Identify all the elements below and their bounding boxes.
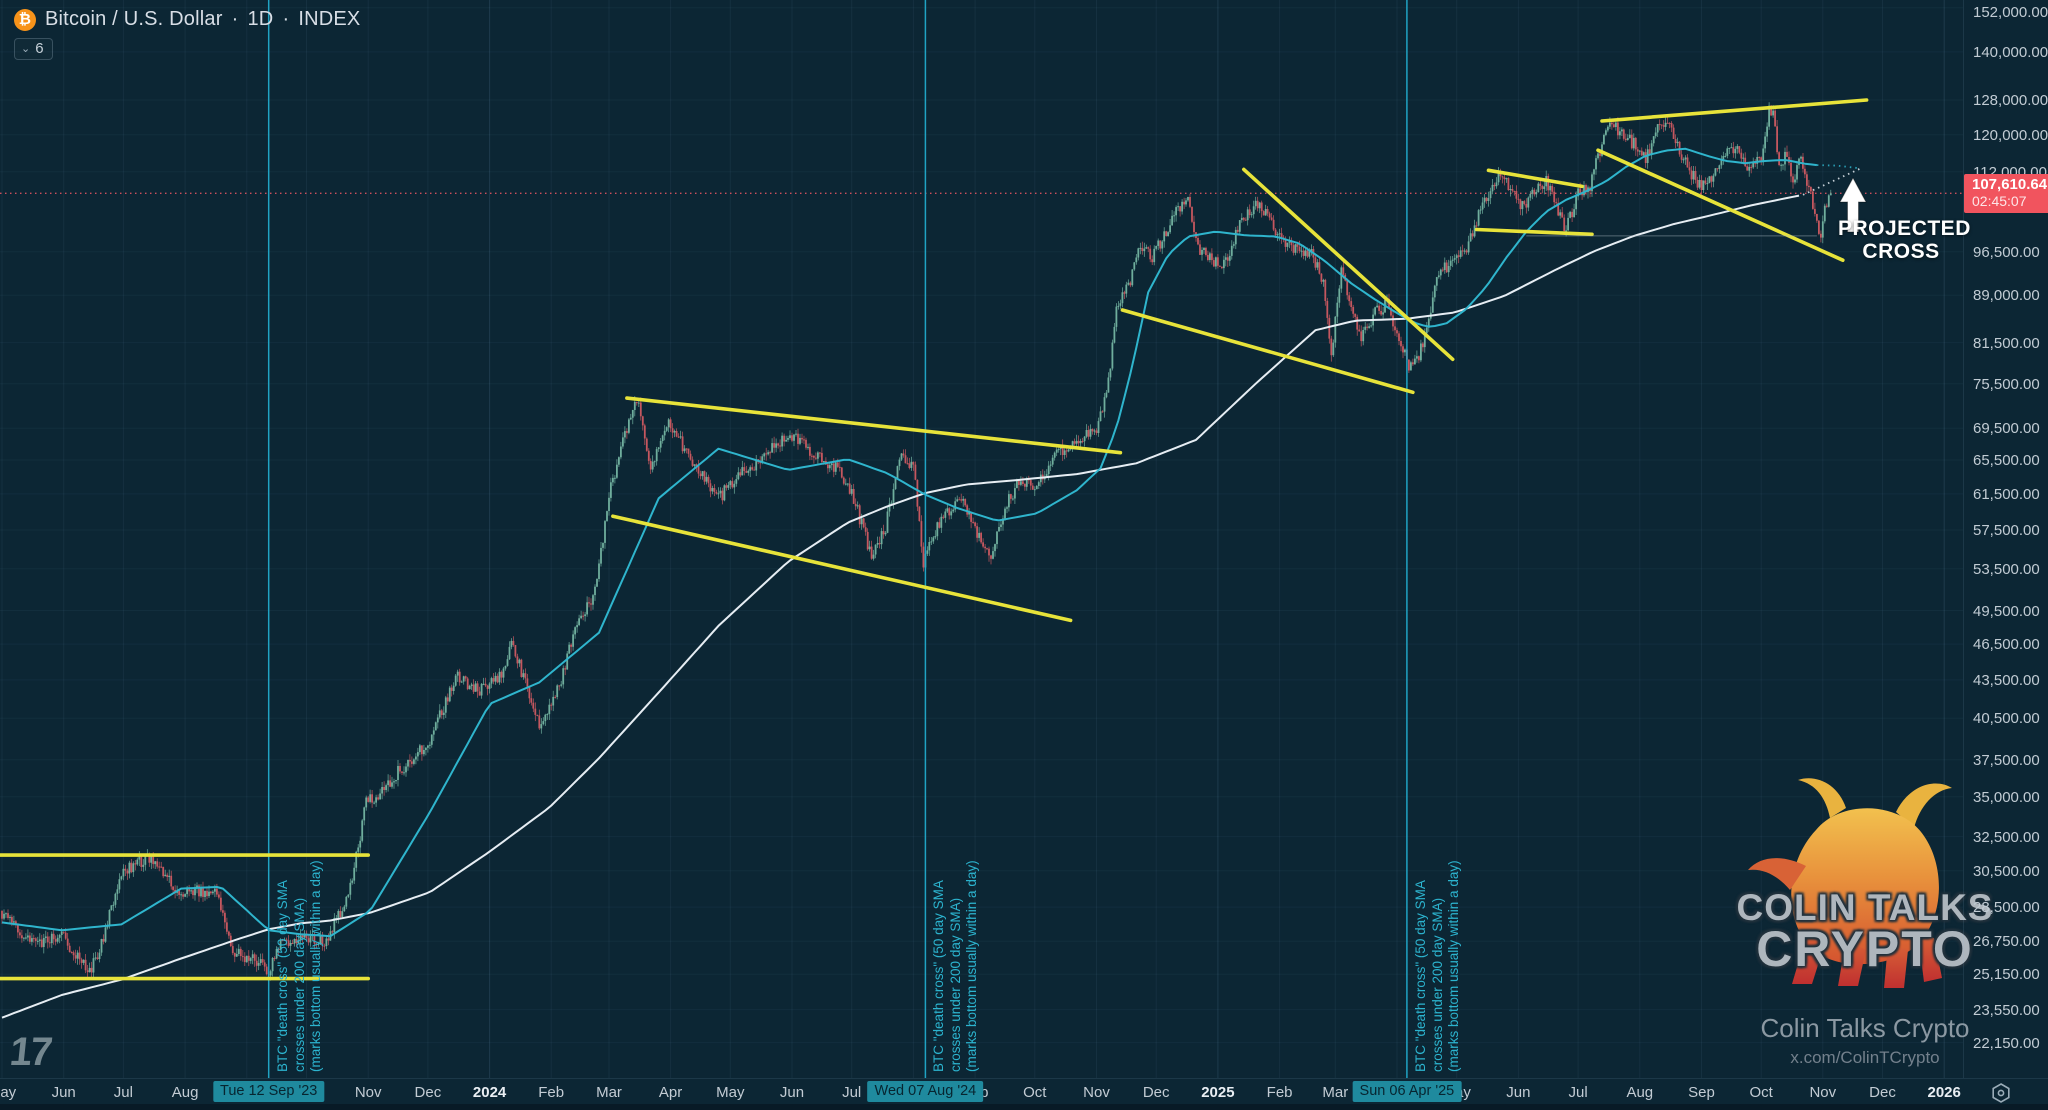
death-cross-annotation: BTC "death cross" (50 day SMAcrosses und…	[931, 860, 981, 1072]
month-label: May	[0, 1084, 16, 1101]
month-label: Apr	[659, 1084, 682, 1101]
price-tick-label: 140,000.00	[1973, 44, 2048, 61]
month-label: Aug	[172, 1084, 199, 1101]
price-tick-label: 53,500.00	[1973, 561, 2040, 578]
price-tick-label: 30,500.00	[1973, 863, 2040, 880]
month-label: Nov	[1083, 1084, 1110, 1101]
tradingview-logo[interactable]: 17	[8, 1030, 53, 1075]
indicator-count: 6	[35, 40, 43, 57]
month-label: Dec	[1143, 1084, 1170, 1101]
price-tick-label: 43,500.00	[1973, 672, 2040, 689]
month-label: Oct	[1023, 1084, 1046, 1101]
price-tick-label: 65,500.00	[1973, 452, 2040, 469]
time-axis[interactable]: May Jun Jul Aug Sep Oct Nov Dec 2024 Feb Mar Apr May…	[0, 1078, 2048, 1105]
price-tick-label: 28,500.00	[1973, 899, 2040, 916]
month-label: Sep	[1688, 1084, 1715, 1101]
month-label: Mar	[1322, 1084, 1348, 1101]
axis-settings-gear-icon[interactable]	[1990, 1082, 2012, 1104]
bitcoin-icon: ₿	[14, 9, 36, 31]
price-tick-label: 40,500.00	[1973, 710, 2040, 727]
month-label: Oct	[1750, 1084, 1773, 1101]
price-tick-label: 22,150.00	[1973, 1035, 2040, 1052]
price-tick-label: 46,500.00	[1973, 636, 2040, 653]
price-tick-label: 57,500.00	[1973, 522, 2040, 539]
separator-dot: ·	[232, 8, 239, 31]
month-label: May	[716, 1084, 744, 1101]
price-tick-label: 96,500.00	[1973, 244, 2040, 261]
death-cross-date-badge: Wed 07 Aug '24	[868, 1081, 984, 1102]
price-tick-label: 81,500.00	[1973, 335, 2040, 352]
price-tick-label: 23,550.00	[1973, 1002, 2040, 1019]
month-label: Jun	[1506, 1084, 1530, 1101]
separator-dot: ·	[282, 8, 289, 31]
death-cross-vertical-lines	[269, 0, 1407, 1078]
death-cross-annotation: BTC "death cross" (50 day SMAcrosses und…	[1413, 860, 1463, 1072]
month-label: Mar	[596, 1084, 622, 1101]
price-tick-label: 120,000.00	[1973, 127, 2048, 144]
interval-label[interactable]: 1D	[247, 8, 273, 31]
year-label: 2026	[1928, 1084, 1961, 1101]
year-label: 2024	[473, 1084, 506, 1101]
month-label: Jul	[1569, 1084, 1588, 1101]
indicators-collapsed-toggle[interactable]: ⌄ 6	[14, 38, 53, 60]
month-label: Dec	[1869, 1084, 1896, 1101]
death-cross-annotation: BTC "death cross" (50 day SMAcrosses und…	[275, 860, 325, 1072]
chart-legend: ₿ Bitcoin / U.S. Dollar · 1D · INDEX ⌄ 6	[14, 8, 360, 60]
price-axis[interactable]: 152,000.00 140,000.00 128,000.00 120,000.00…	[1963, 0, 2048, 1078]
projected-cross-line1: PROJECTED	[1838, 217, 1964, 240]
price-tick-label: 26,750.00	[1973, 933, 2040, 950]
price-tick-label: 152,000.00	[1973, 4, 2048, 21]
month-label: Feb	[538, 1084, 564, 1101]
last-price-value: 107,610.64	[1972, 176, 2048, 193]
exchange-label: INDEX	[298, 8, 360, 31]
last-price-badge: 107,610.64 02:45:07	[1964, 174, 2048, 213]
bar-countdown: 02:45:07	[1972, 193, 2048, 210]
price-tick-label: 75,500.00	[1973, 376, 2040, 393]
year-label: 2025	[1201, 1084, 1234, 1101]
month-label: Aug	[1626, 1084, 1653, 1101]
symbol-title[interactable]: Bitcoin / U.S. Dollar	[45, 8, 223, 31]
price-tick-label: 61,500.00	[1973, 486, 2040, 503]
projected-cross-line2: CROSS	[1838, 240, 1964, 263]
month-label: Nov	[1809, 1084, 1836, 1101]
price-tick-label: 37,500.00	[1973, 752, 2040, 769]
price-tick-label: 69,500.00	[1973, 420, 2040, 437]
month-label: Dec	[415, 1084, 442, 1101]
price-tick-label: 49,500.00	[1973, 603, 2040, 620]
month-label: Feb	[1267, 1084, 1293, 1101]
window-bottom-edge	[0, 1104, 2048, 1110]
price-tick-label: 25,150.00	[1973, 966, 2040, 983]
month-label: Jun	[52, 1084, 76, 1101]
month-label: Nov	[355, 1084, 382, 1101]
price-tick-label: 89,000.00	[1973, 287, 2040, 304]
price-tick-label: 32,500.00	[1973, 829, 2040, 846]
price-tick-label: 128,000.00	[1973, 92, 2048, 109]
chevron-down-icon: ⌄	[21, 42, 30, 55]
month-label: Jul	[842, 1084, 861, 1101]
price-tick-label: 35,000.00	[1973, 789, 2040, 806]
death-cross-date-badge: Sun 06 Apr '25	[1353, 1081, 1462, 1102]
death-cross-date-badge: Tue 12 Sep '23	[213, 1081, 324, 1102]
chart-window: ₿ Bitcoin / U.S. Dollar · 1D · INDEX ⌄ 6…	[0, 0, 2048, 1110]
month-label: Jul	[114, 1084, 133, 1101]
projected-cross-annotation: PROJECTED CROSS	[1838, 217, 1964, 263]
month-label: Jun	[780, 1084, 804, 1101]
